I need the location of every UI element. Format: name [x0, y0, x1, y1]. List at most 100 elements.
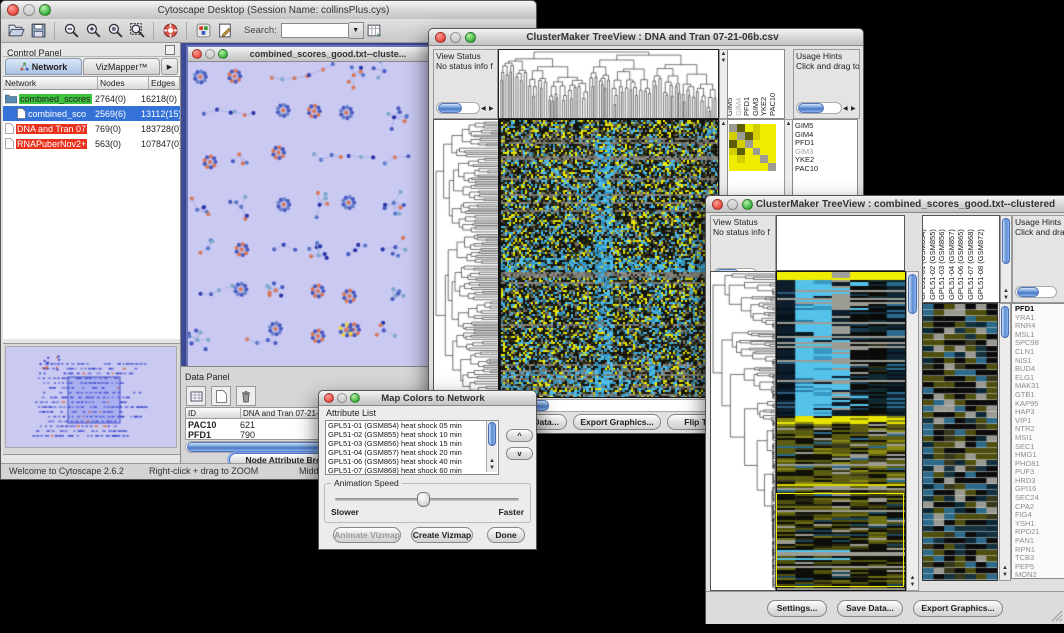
settings-button[interactable]: Settings... — [767, 600, 827, 617]
matrix-cell[interactable] — [729, 124, 737, 132]
matrix-cell[interactable] — [753, 155, 761, 163]
export-graphics-button[interactable]: Export Graphics... — [913, 600, 1003, 617]
attribute-browser-icon[interactable] — [365, 21, 385, 41]
select-attributes-icon[interactable] — [186, 386, 206, 406]
network-frame[interactable]: combined_scores_good.txt--cluste... — [186, 45, 430, 371]
attribute-list[interactable]: GPL51-01 (GSM854) heat shock 05 minGPL51… — [325, 420, 499, 475]
float-panel-icon[interactable] — [165, 45, 175, 55]
move-up-button[interactable]: ^ — [506, 429, 533, 442]
tv2-heatmap-vscrollbar[interactable]: ▲▼ — [906, 271, 919, 591]
matrix-cell[interactable] — [768, 163, 776, 171]
minimize-icon[interactable] — [23, 4, 35, 16]
matrix-cell[interactable] — [768, 132, 776, 140]
matrix-cell[interactable] — [753, 140, 761, 148]
matrix-cell[interactable] — [760, 155, 768, 163]
resize-grip-icon[interactable] — [1051, 610, 1063, 622]
zoom-window-icon[interactable] — [218, 49, 228, 59]
matrix-cell[interactable] — [745, 132, 753, 140]
tab-network[interactable]: Network — [5, 58, 82, 75]
create-vizmap-button[interactable]: Create Vizmap — [411, 527, 473, 543]
close-icon[interactable] — [192, 49, 202, 59]
matrix-cell[interactable] — [737, 148, 745, 156]
treeview1-title-bar[interactable]: ClusterMaker TreeView : DNA and Tran 07-… — [429, 29, 863, 46]
tab-overflow-button[interactable]: ▶ — [161, 58, 178, 75]
matrix-cell[interactable] — [745, 124, 753, 132]
matrix-cell[interactable] — [729, 132, 737, 140]
close-icon[interactable] — [712, 199, 723, 210]
matrix-cell[interactable] — [768, 124, 776, 132]
table-row-selected[interactable]: combined_sco 2569(6) 13112(15) — [3, 106, 180, 121]
vizmapper-icon[interactable] — [193, 21, 213, 41]
similarity-matrix[interactable] — [729, 124, 776, 171]
minimize-icon[interactable] — [727, 199, 738, 210]
main-title-bar[interactable]: Cytoscape Desktop (Session Name: collins… — [1, 1, 536, 20]
tv1-row-dendrogram[interactable] — [433, 119, 499, 398]
matrix-cell[interactable] — [753, 124, 761, 132]
animate-vizmap-button[interactable]: Animate Vizmap — [333, 527, 401, 543]
matrix-cell[interactable] — [745, 155, 753, 163]
scroll-left-icon[interactable]: ◀ — [481, 104, 486, 114]
minimize-icon[interactable] — [450, 32, 461, 43]
matrix-cell[interactable] — [745, 148, 753, 156]
minimize-icon[interactable] — [205, 49, 215, 59]
search-input[interactable] — [281, 23, 349, 38]
close-icon[interactable] — [435, 32, 446, 43]
table-row[interactable]: combined_scores 2764(0) 16218(0) — [3, 91, 180, 106]
network-view[interactable] — [188, 62, 424, 365]
close-icon[interactable] — [324, 393, 334, 403]
matrix-cell[interactable] — [768, 155, 776, 163]
close-icon[interactable] — [7, 4, 19, 16]
tv1-hints-scrollbar[interactable] — [796, 102, 842, 114]
matrix-cell[interactable] — [760, 148, 768, 156]
matrix-cell[interactable] — [768, 148, 776, 156]
tv1-status-scrollbar[interactable] — [436, 102, 480, 114]
matrix-cell[interactable] — [737, 132, 745, 140]
matrix-cell[interactable] — [729, 140, 737, 148]
move-down-button[interactable]: v — [506, 447, 533, 460]
help-lifering-icon[interactable] — [160, 21, 180, 41]
matrix-cell[interactable] — [729, 148, 737, 156]
speed-slider-thumb[interactable] — [417, 492, 430, 507]
attribute-list-scrollbar[interactable]: ▲▼ — [486, 421, 497, 472]
matrix-cell[interactable] — [745, 163, 753, 171]
tv2-hints-scrollbar[interactable] — [1015, 286, 1057, 298]
table-row[interactable]: DNA and Tran 07 769(0) 183728(0) — [3, 121, 180, 136]
column-header-network[interactable]: Network — [3, 77, 98, 90]
export-graphics-button[interactable]: Export Graphics... — [573, 414, 661, 430]
matrix-cell[interactable] — [760, 132, 768, 140]
save-icon[interactable] — [28, 21, 48, 41]
zoom-selected-icon[interactable] — [105, 21, 125, 41]
matrix-cell[interactable] — [753, 148, 761, 156]
matrix-cell[interactable] — [753, 132, 761, 140]
zoom-window-icon[interactable] — [742, 199, 753, 210]
matrix-cell[interactable] — [737, 140, 745, 148]
zoom-out-icon[interactable] — [61, 21, 81, 41]
scroll-right-icon[interactable]: ▶ — [851, 104, 856, 114]
zoom-window-icon[interactable] — [465, 32, 476, 43]
column-header-edges[interactable]: Edges — [149, 77, 180, 90]
zoom-window-icon[interactable] — [39, 4, 51, 16]
matrix-cell[interactable] — [737, 124, 745, 132]
scroll-right-icon[interactable]: ▶ — [489, 104, 494, 114]
matrix-cell[interactable] — [729, 155, 737, 163]
dialog-title-bar[interactable]: Map Colors to Network — [319, 391, 536, 406]
tv2-gene-list[interactable]: PFD1YRA1RNR4MSL1SPC98CLN1NIS1BUD4ELG1MAK… — [1011, 303, 1064, 579]
column-header-nodes[interactable]: Nodes — [98, 77, 149, 90]
matrix-cell[interactable] — [737, 163, 745, 171]
zoom-window-icon[interactable] — [350, 393, 360, 403]
delete-attribute-icon[interactable] — [236, 386, 256, 406]
matrix-cell[interactable] — [768, 140, 776, 148]
done-button[interactable]: Done — [487, 527, 525, 543]
matrix-cell[interactable] — [745, 140, 753, 148]
save-data-button[interactable]: Save Data... — [837, 600, 903, 617]
tv2-row-dendrogram[interactable] — [710, 271, 776, 591]
open-file-icon[interactable] — [6, 21, 26, 41]
column-header-id[interactable]: ID — [186, 408, 241, 419]
zoom-in-icon[interactable] — [83, 21, 103, 41]
table-row[interactable]: RNAPuberNov2+ 563(0) 107847(0) — [3, 136, 180, 151]
matrix-cell[interactable] — [760, 163, 768, 171]
tv1-heatmap[interactable] — [498, 119, 719, 398]
tv1-column-dendrogram[interactable] — [498, 49, 719, 119]
minimize-icon[interactable] — [337, 393, 347, 403]
tv2-column-dendrogram-area[interactable] — [776, 215, 905, 271]
